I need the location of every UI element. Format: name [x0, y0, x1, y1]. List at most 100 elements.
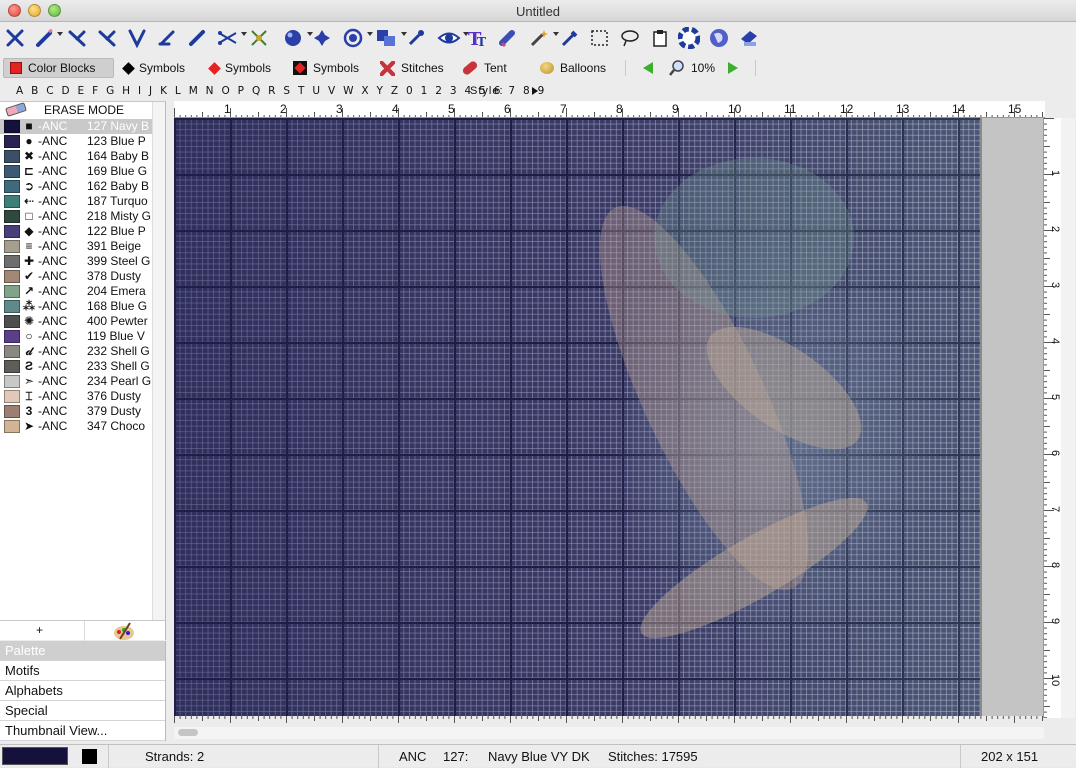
thread-color-swatch — [4, 285, 20, 298]
thread-label: 122 Blue P — [87, 224, 146, 238]
pencil-tool-icon[interactable] — [32, 26, 63, 50]
half-stitch-tool-icon[interactable] — [66, 26, 88, 50]
palette-item[interactable]: ■ -ANC 127 Navy B — [0, 119, 152, 134]
french-knot-tool-icon[interactable] — [248, 26, 270, 50]
pattern-canvas[interactable] — [174, 118, 1043, 716]
shapes-tool-icon[interactable] — [372, 26, 407, 50]
ruler-label: 12 — [840, 102, 854, 116]
full-stitch-tool-icon[interactable] — [4, 26, 26, 50]
lifebuoy-help-icon[interactable] — [678, 26, 700, 50]
rectangle-select-tool-icon[interactable] — [590, 26, 610, 50]
style-menu-arrow-icon[interactable] — [532, 87, 538, 95]
symbols-on-color-view-button[interactable]: Symbols — [293, 58, 359, 78]
symbols-red-view-button[interactable]: Symbols — [208, 58, 271, 78]
palette-item[interactable]: ◆ -ANC 122 Blue P — [0, 224, 152, 239]
horizontal-scroll-thumb[interactable] — [178, 729, 198, 736]
sidebar-section-alphabets[interactable]: Alphabets — [0, 681, 165, 701]
ruler-label: 5 — [1049, 394, 1061, 400]
eye-view-tool-icon[interactable] — [434, 26, 469, 50]
balloon-icon — [540, 62, 554, 74]
backstitch-tool-icon[interactable] — [186, 26, 208, 50]
stitches-view-button[interactable]: Stitches — [380, 58, 444, 78]
thread-color-swatch — [4, 210, 20, 223]
ruler-label: 8 — [1049, 562, 1061, 568]
color-picker-tool-icon[interactable] — [560, 26, 580, 50]
current-thread-swatch[interactable] — [2, 747, 68, 765]
palette-item[interactable]: ○ -ANC 119 Blue V — [0, 329, 152, 344]
palette-item[interactable]: ⁂ -ANC 168 Blue G — [0, 299, 152, 314]
thread-symbol: ⌶ — [25, 389, 33, 403]
canvas-vertical-scrollbar[interactable] — [1061, 118, 1075, 718]
palette-item[interactable]: ≡ -ANC 391 Beige — [0, 239, 152, 254]
palette-list: ■ -ANC 127 Navy B ● -ANC 123 Blue P ✖ -ANC 164 B… — [0, 119, 152, 434]
scissors-tool-icon[interactable] — [214, 26, 247, 50]
palette-item[interactable]: □ -ANC 218 Misty G — [0, 209, 152, 224]
bead-tool-icon[interactable] — [280, 26, 313, 50]
alphabet-letters[interactable]: A B C D E F G H I J K L M N O P Q R S T … — [16, 85, 547, 97]
zoom-in-button[interactable] — [728, 58, 738, 78]
globe-icon[interactable] — [708, 26, 730, 50]
thread-name: Navy Blue VY DK — [488, 749, 590, 764]
thread-color-swatch — [4, 255, 20, 268]
thread-brand: -ANC — [38, 419, 68, 433]
thread-brand: -ANC — [38, 329, 68, 343]
zoom-level[interactable]: 10% — [669, 58, 715, 78]
thread-label: 376 Dusty — [87, 389, 142, 403]
balloons-view-button[interactable]: Balloons — [540, 58, 606, 78]
strands-count[interactable]: Strands: 2 — [145, 749, 204, 764]
palette-item[interactable]: ✚ -ANC 399 Steel G — [0, 254, 152, 269]
eyedropper-tool-icon[interactable] — [406, 26, 426, 50]
thread-label: 119 Blue V — [87, 329, 145, 343]
palette-actions: + — [0, 620, 166, 641]
sidebar-sections: Palette Motifs Alphabets Special Thumbnail V… — [0, 641, 166, 741]
palette-item[interactable]: ➲ -ANC 162 Baby B — [0, 179, 152, 194]
thread-brand: -ANC — [38, 404, 68, 418]
clipboard-tool-icon[interactable] — [650, 26, 670, 50]
petite-stitch-tool-icon[interactable] — [156, 26, 178, 50]
palette-item[interactable]: ➤ -ANC 347 Choco — [0, 419, 152, 434]
quarter-stitch-tool-icon[interactable] — [126, 26, 148, 50]
palette-item[interactable]: 3 -ANC 379 Dusty — [0, 404, 152, 419]
canvas-horizontal-scrollbar[interactable] — [174, 727, 1044, 739]
palette-item[interactable]: ✺ -ANC 400 Pewter — [0, 314, 152, 329]
color-blocks-view-button[interactable]: Color Blocks — [3, 58, 114, 78]
palette-item[interactable]: Ƨ -ANC 233 Shell G — [0, 359, 152, 374]
fill-tool-icon[interactable] — [496, 26, 518, 50]
ruler-label: 10 — [1049, 674, 1061, 686]
motif-tool-icon[interactable] — [312, 26, 332, 50]
print-preview-icon[interactable] — [738, 26, 760, 50]
palette-item[interactable]: ● -ANC 123 Blue P — [0, 134, 152, 149]
three-quarter-stitch-tool-icon[interactable] — [96, 26, 118, 50]
spiral-tool-icon[interactable] — [340, 26, 373, 50]
erase-mode-item[interactable]: ERASE MODE — [0, 102, 152, 118]
color-blocks-icon — [10, 62, 22, 74]
lasso-tool-icon[interactable] — [620, 26, 640, 50]
palette-scrollbar[interactable] — [152, 102, 165, 622]
sidebar-section-thumbnail-view[interactable]: Thumbnail View... — [0, 721, 165, 741]
symbols-black-view-button[interactable]: Symbols — [122, 58, 185, 78]
add-thread-button[interactable]: + — [36, 623, 43, 637]
sidebar-section-motifs[interactable]: Motifs — [0, 661, 165, 681]
palette-item[interactable]: ⊏ -ANC 169 Blue G — [0, 164, 152, 179]
thread-color-swatch — [4, 375, 20, 388]
palette-item[interactable]: ➣ -ANC 234 Pearl G — [0, 374, 152, 389]
thread-label: 169 Blue G — [87, 164, 148, 178]
palette-item[interactable]: 𝒹 -ANC 232 Shell G — [0, 344, 152, 359]
sidebar-section-special[interactable]: Special — [0, 701, 165, 721]
paint-palette-icon[interactable] — [112, 621, 136, 641]
stitch-count: Stitches: 17595 — [608, 749, 698, 764]
magic-wand-tool-icon[interactable] — [526, 26, 559, 50]
sidebar-section-palette[interactable]: Palette — [0, 641, 165, 661]
palette-item[interactable]: ↗ -ANC 204 Emera — [0, 284, 152, 299]
thread-label: 218 Misty G — [87, 209, 152, 223]
zoom-out-button[interactable] — [643, 58, 653, 78]
palette-item[interactable]: ✖ -ANC 164 Baby B — [0, 149, 152, 164]
palette-item[interactable]: ✔ -ANC 378 Dusty — [0, 269, 152, 284]
green-right-arrow-icon — [728, 62, 738, 74]
palette-item[interactable]: ⌶ -ANC 376 Dusty — [0, 389, 152, 404]
palette-item[interactable]: ⇠ -ANC 187 Turquo — [0, 194, 152, 209]
text-tool-icon[interactable]: TT — [466, 26, 488, 50]
thread-label: 204 Emera — [87, 284, 146, 298]
tent-view-button[interactable]: Tent — [461, 58, 507, 78]
thread-symbol: ⊏ — [23, 164, 35, 178]
